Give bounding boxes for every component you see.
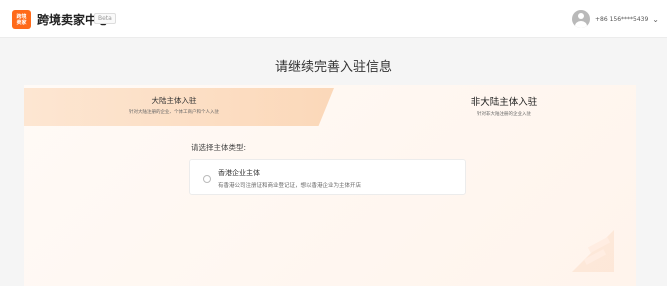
radio-button[interactable] (203, 175, 211, 183)
tab-mainland-subtitle: 针对大陆注册的企业、个体工商户和个人入驻 (129, 110, 219, 115)
option-title: 香港企业主体 (218, 169, 260, 177)
brand-logo[interactable]: 跨境 卖家 (12, 10, 31, 29)
chevron-down-icon[interactable]: ⌄ (652, 15, 659, 24)
entity-type-label: 请选择主体类型: (191, 143, 247, 152)
option-hk-entity[interactable]: 香港企业主体 有香港公司注册证和商业登记证，想以香港企业为主体开店 (189, 159, 466, 195)
option-description: 有香港公司注册证和商业登记证，想以香港企业为主体开店 (218, 183, 362, 189)
user-phone[interactable]: +86 156****5439 (595, 16, 648, 23)
registration-card: 大陆主体入驻 针对大陆注册的企业、个体工商户和个人入驻 非大陆主体入驻 针对非大… (24, 85, 636, 286)
decorative-graphic (554, 220, 614, 272)
tab-mainland[interactable] (24, 88, 334, 126)
brand-logo-text: 跨境 卖家 (16, 14, 27, 26)
tab-non-mainland-title[interactable]: 非大陆主体入驻 (424, 94, 584, 108)
tab-mainland-title[interactable]: 大陆主体入驻 (94, 95, 254, 106)
beta-badge: Beta (94, 13, 116, 24)
tab-non-mainland-subtitle: 针对非大陆注册的企业入驻 (477, 112, 531, 117)
top-bar: 跨境 卖家 跨境卖家中心 Beta +86 156****5439 ⌄ (0, 0, 667, 38)
user-menu[interactable]: +86 156****5439 ⌄ (572, 9, 659, 29)
page-title: 请继续完善入驻信息 (274, 60, 392, 75)
avatar-icon[interactable] (572, 10, 590, 28)
